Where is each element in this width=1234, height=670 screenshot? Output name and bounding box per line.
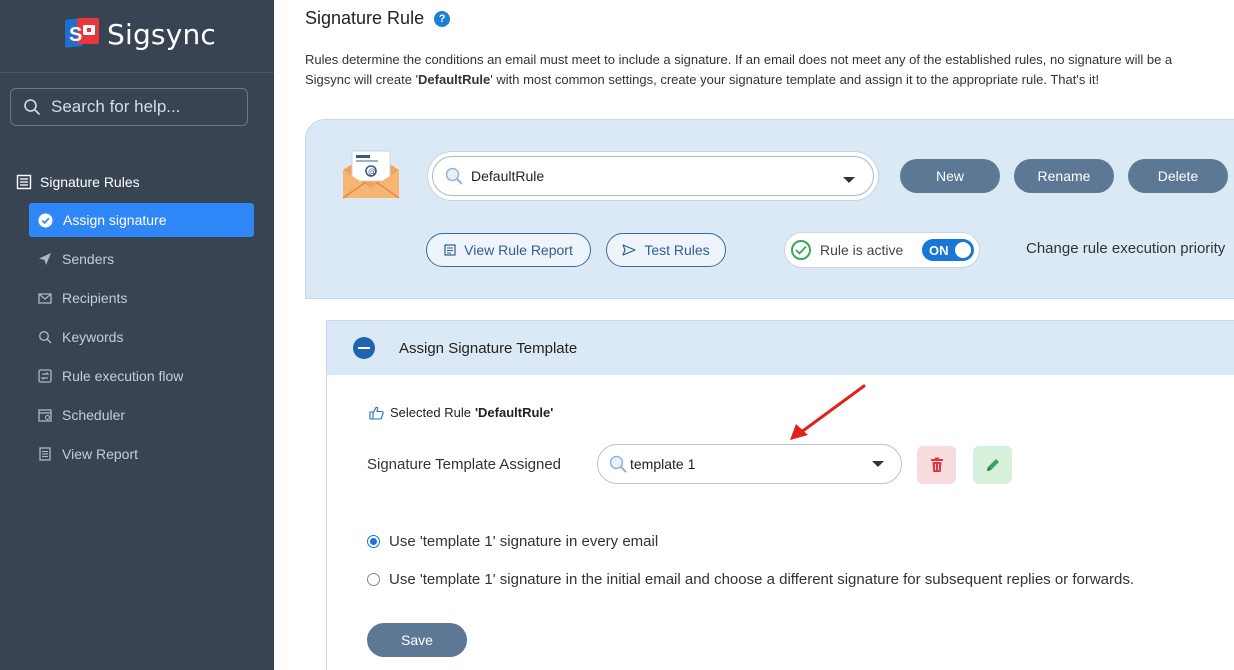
view-rule-report-label: View Rule Report [464, 242, 573, 258]
send-icon [622, 244, 636, 256]
brand-logo[interactable]: S Sigsync [63, 16, 216, 52]
sidebar-item-label: Keywords [62, 329, 124, 345]
svg-text:@: @ [368, 167, 376, 176]
rules-list-icon [16, 174, 32, 190]
rule-active-toggle[interactable]: ON [922, 239, 974, 261]
sidebar-item-label: Assign signature [63, 212, 167, 228]
report-icon [444, 244, 456, 256]
trash-icon [930, 457, 943, 472]
option-every-email[interactable]: Use 'template 1' signature in every emai… [367, 533, 658, 550]
description-text: ' with most common settings, create your… [490, 72, 1100, 87]
sidebar-item-label: Senders [62, 251, 115, 267]
rule-active-control: Rule is active ON [784, 232, 980, 268]
description-text: Sigsync will create ' [305, 72, 419, 87]
option-every-email-label: Use 'template 1' signature in every emai… [389, 533, 659, 550]
sidebar-section-label: Signature Rules [40, 174, 140, 190]
sidebar-divider [0, 72, 274, 73]
send-icon [39, 253, 51, 265]
test-rules-button[interactable]: Test Rules [606, 233, 726, 267]
description-line-2: Sigsync will create 'DefaultRule' with m… [305, 70, 1234, 90]
selected-rule-label: Selected Rule [390, 405, 471, 420]
radio-every-email[interactable] [367, 535, 380, 548]
brand-name: Sigsync [107, 17, 217, 51]
page-description: Rules determine the conditions an email … [305, 50, 1234, 90]
description-line-1: Rules determine the conditions an email … [305, 52, 1173, 67]
sidebar-item-label: Scheduler [62, 407, 126, 423]
recipients-icon [38, 293, 52, 304]
help-search-input[interactable]: Search for help... [10, 88, 248, 126]
page-title-text: Signature Rule [305, 8, 425, 28]
section-title: Assign Signature Template [399, 339, 578, 357]
new-rule-button[interactable]: New [900, 159, 1000, 193]
check-circle-icon [791, 240, 811, 260]
toggle-knob [955, 242, 971, 258]
chevron-down-icon [872, 461, 884, 467]
rule-selector-dropdown[interactable]: DefaultRule [427, 151, 879, 201]
sidebar-item-label: Rule execution flow [62, 368, 184, 384]
sidebar-item-scheduler[interactable]: Scheduler [29, 398, 254, 432]
pencil-icon [986, 459, 999, 471]
description-rule-name: DefaultRule [418, 72, 491, 87]
annotation-arrow-icon [790, 384, 866, 440]
test-rules-label: Test Rules [644, 242, 710, 258]
sidebar-item-assign-signature[interactable]: Assign signature [29, 203, 254, 237]
view-rule-report-button[interactable]: View Rule Report [426, 233, 591, 267]
chevron-down-icon [843, 177, 855, 183]
rule-toolbar-panel [305, 119, 1234, 299]
page-title: Signature Rule ? [305, 8, 451, 29]
calendar-icon [38, 409, 52, 422]
rule-selector-inner: DefaultRule [432, 156, 874, 196]
template-assigned-label: Signature Template Assigned [367, 456, 562, 473]
edit-template-button[interactable] [973, 446, 1012, 484]
collapse-icon[interactable] [353, 337, 375, 359]
section-header[interactable]: Assign Signature Template [327, 321, 1234, 375]
rule-selector-value: DefaultRule [471, 168, 545, 184]
sidebar-item-senders[interactable]: Senders [29, 242, 254, 276]
sidebar-section-signature-rules[interactable]: Signature Rules [16, 174, 140, 190]
sigsync-logo-icon: S [65, 18, 99, 48]
assign-template-section: Assign Signature Template [326, 320, 1234, 670]
option-initial-email-label: Use 'template 1' signature in the initia… [389, 571, 1135, 588]
delete-rule-button[interactable]: Delete [1128, 159, 1228, 193]
search-icon [24, 99, 40, 115]
sidebar-item-rule-execution-flow[interactable]: Rule execution flow [29, 359, 254, 393]
search-icon [38, 330, 52, 344]
pointing-hand-icon [369, 406, 384, 420]
template-selector-value: template 1 [630, 456, 696, 472]
check-circle-icon [38, 212, 53, 228]
help-icon[interactable]: ? [434, 10, 451, 27]
selected-rule-value: 'DefaultRule' [474, 405, 554, 420]
change-priority-link[interactable]: Change rule execution priority [1026, 240, 1225, 257]
sidebar-item-label: View Report [62, 446, 139, 462]
search-icon [445, 167, 463, 185]
search-icon [609, 455, 627, 473]
sidebar-item-view-report[interactable]: View Report [29, 437, 254, 471]
report-icon [39, 447, 51, 461]
svg-text:S: S [69, 24, 82, 46]
remove-template-button[interactable] [917, 446, 956, 484]
rename-rule-button[interactable]: Rename [1014, 159, 1114, 193]
radio-initial-email[interactable] [367, 573, 380, 586]
save-button[interactable]: Save [367, 623, 467, 657]
email-envelope-icon: @ [342, 150, 400, 199]
option-initial-email[interactable]: Use 'template 1' signature in the initia… [367, 571, 1134, 588]
sidebar-item-recipients[interactable]: Recipients [29, 281, 254, 315]
help-search-placeholder: Search for help... [51, 97, 181, 116]
sidebar: S Sigsync Search for help... Signature R… [0, 0, 274, 670]
toggle-state-text: ON [929, 242, 949, 258]
sidebar-item-label: Recipients [62, 290, 128, 306]
sidebar-item-keywords[interactable]: Keywords [29, 320, 254, 354]
template-selector-dropdown[interactable]: template 1 [597, 444, 902, 484]
rule-active-label: Rule is active [820, 242, 904, 258]
flow-icon [38, 369, 52, 383]
selected-rule-info: Selected Rule 'DefaultRule' [369, 405, 553, 420]
